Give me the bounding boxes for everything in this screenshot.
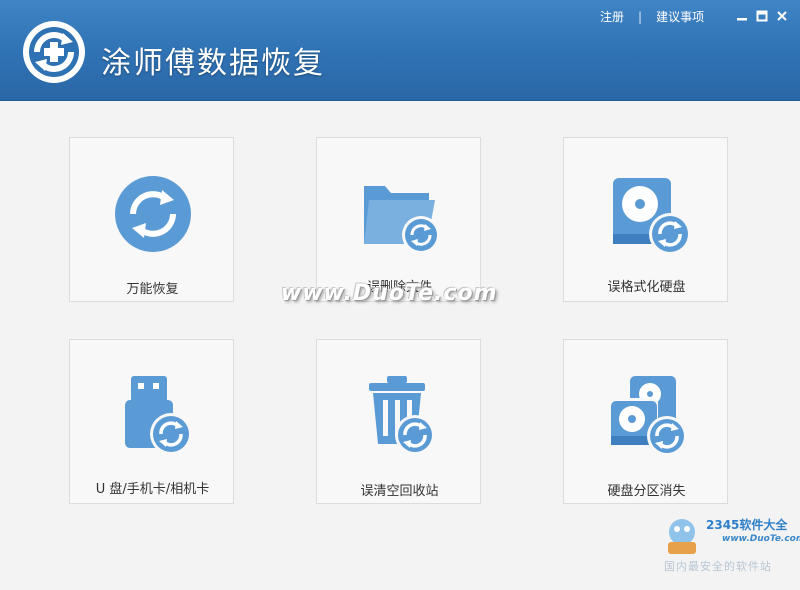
app-logo-icon [23, 21, 85, 83]
duote-watermark: www.DuoTe.com [281, 281, 498, 306]
universal-recovery-icon [115, 176, 191, 252]
link-separator: | [638, 9, 643, 24]
card-label: U 盘/手机卡/相机卡 [95, 482, 210, 497]
mascot-icon [668, 519, 696, 554]
close-icon [777, 11, 787, 21]
card-missing-partition[interactable]: 硬盘分区消失 [563, 339, 728, 504]
card-label: 误清空回收站 [360, 484, 439, 499]
card-label: 硬盘分区消失 [607, 484, 686, 499]
card-label: 万能恢复 [126, 282, 179, 297]
card-label: 误格式化硬盘 [607, 280, 686, 295]
card-universal-recovery[interactable]: 万能恢复 [69, 137, 234, 302]
brand-url: www.DuoTe.com [722, 534, 800, 544]
folder-restore-icon [364, 186, 440, 254]
brand-slogan: 国内最安全的软件站 [664, 560, 772, 573]
minimize-icon [737, 18, 747, 21]
feedback-link[interactable]: 建议事项 [656, 8, 704, 25]
recycle-bin-restore-icon [369, 376, 435, 455]
partition-restore-icon [608, 376, 687, 456]
close-button[interactable] [772, 6, 792, 26]
title-bar: 涂师傅数据恢复 注册 | 建议事项 [0, 0, 800, 101]
minimize-button[interactable] [732, 6, 752, 26]
card-usb-card[interactable]: U 盘/手机卡/相机卡 [69, 339, 234, 504]
register-link[interactable]: 注册 [600, 8, 624, 25]
card-recycle-bin[interactable]: 误清空回收站 [316, 339, 481, 504]
card-formatted-disk[interactable]: 误格式化硬盘 [563, 137, 728, 302]
maximize-icon [756, 10, 768, 22]
app-title: 涂师傅数据恢复 [101, 46, 325, 81]
disk-restore-icon [613, 178, 691, 255]
top-links: 注册 | 建议事项 [600, 8, 704, 25]
maximize-button[interactable] [752, 6, 772, 26]
site-watermark: 2345软件大全 www.DuoTe.com 国内最安全的软件站 [660, 510, 800, 590]
usb-restore-icon [125, 376, 192, 455]
card-deleted-files[interactable]: 误删除文件 [316, 137, 481, 302]
brand-text: 2345软件大全 [706, 518, 788, 532]
